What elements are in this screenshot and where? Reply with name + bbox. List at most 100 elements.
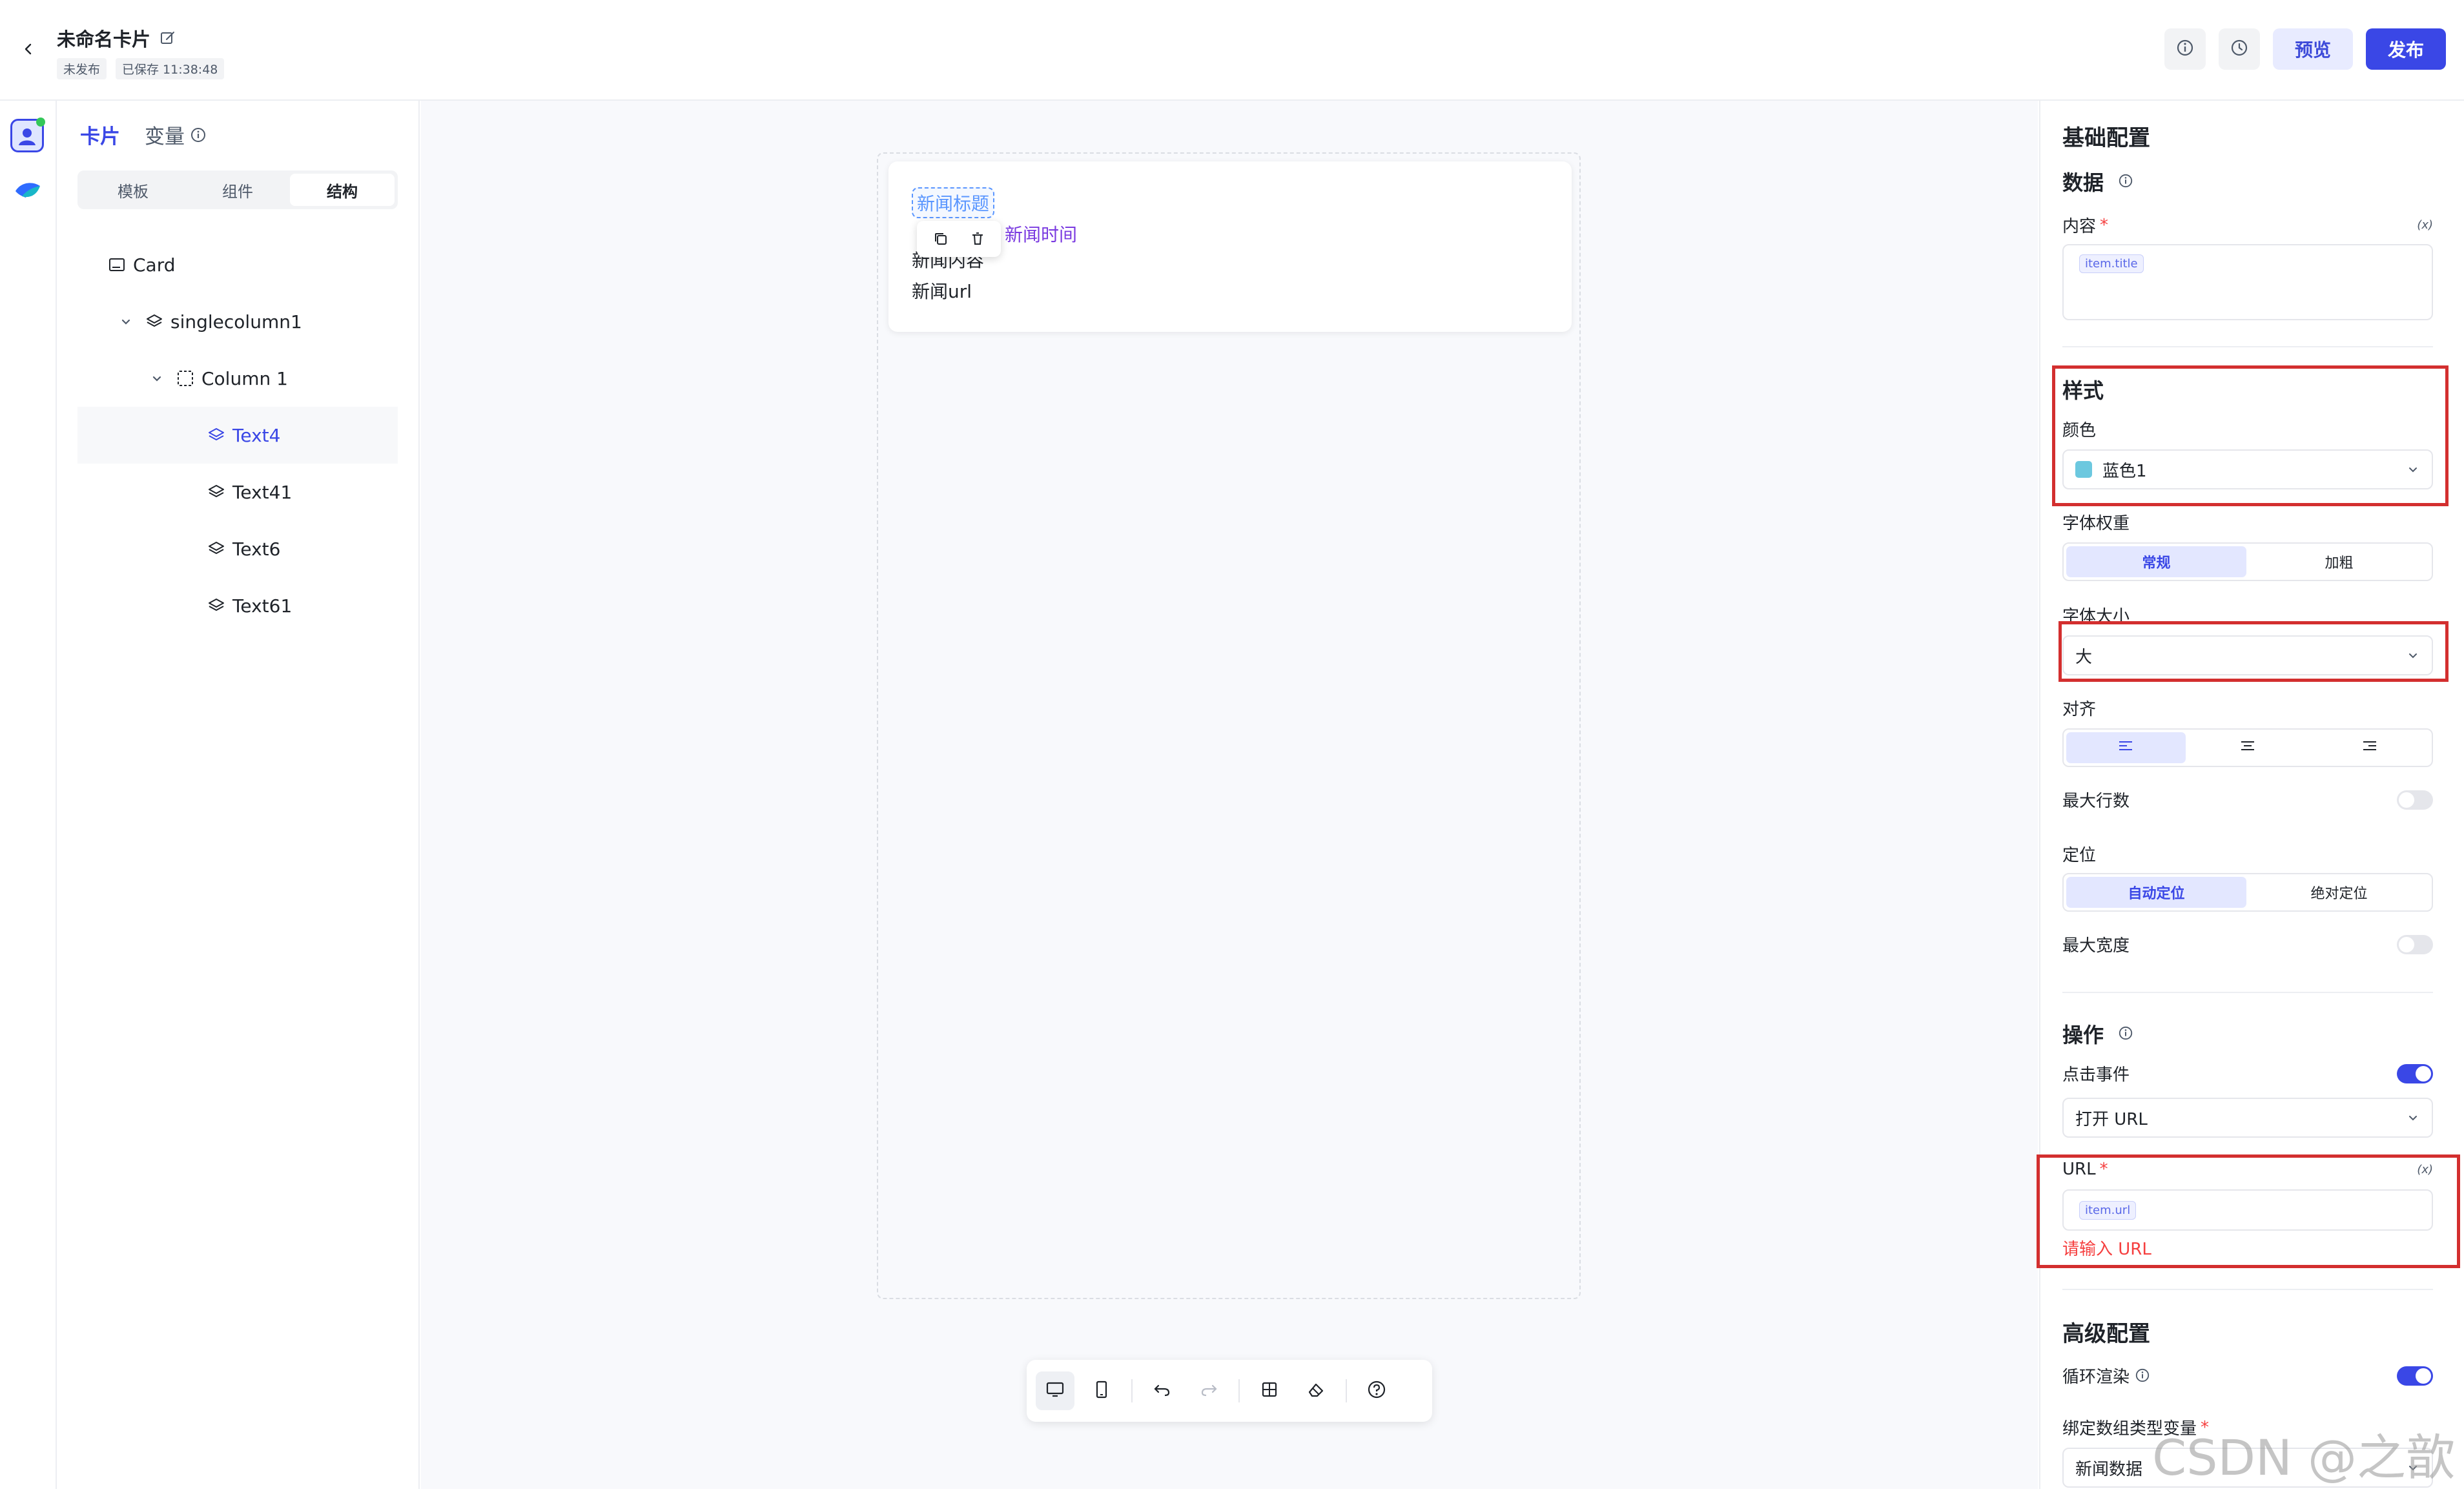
structure-tree: Card singlecolumn1 Column 1 Text4 Text41…: [77, 236, 398, 634]
section-title: 操作: [2062, 1023, 2104, 1047]
position-label: 定位: [2062, 846, 2097, 865]
trash-icon[interactable]: [969, 230, 987, 248]
action-section-heading: 操作: [2062, 1019, 2433, 1049]
annotation-box-url: [2037, 1154, 2460, 1268]
news-card-preview[interactable]: 新闻标题 新闻时间 新闻内容 新闻url: [888, 161, 1572, 332]
grid-button[interactable]: [1250, 1371, 1289, 1410]
tree-node-text4[interactable]: Text4: [77, 407, 398, 464]
chevron-down-icon: [2406, 1111, 2420, 1125]
loop-render-toggle[interactable]: [2397, 1366, 2433, 1386]
help-button[interactable]: [1357, 1371, 1396, 1410]
click-event-row: 点击事件: [2062, 1062, 2433, 1085]
status-badge: 未发布: [57, 58, 107, 79]
segment-components[interactable]: 组件: [185, 174, 290, 206]
align-center-button[interactable]: [2188, 732, 2308, 763]
align-right-button[interactable]: [2310, 732, 2429, 763]
click-event-label: 点击事件: [2062, 1065, 2130, 1085]
tab-card[interactable]: 卡片: [80, 120, 120, 149]
info-button[interactable]: [2164, 28, 2206, 70]
content-input[interactable]: item.title: [2062, 244, 2433, 320]
history-button[interactable]: [2218, 28, 2260, 70]
align-wrap: [2062, 728, 2433, 767]
edit-icon[interactable]: [159, 30, 176, 46]
desktop-view-button[interactable]: [1036, 1371, 1074, 1410]
layers-icon: [207, 596, 226, 615]
divider: [2062, 346, 2433, 347]
help-icon: [1366, 1379, 1387, 1402]
bind-array-select-value: 新闻数据: [2075, 1459, 2143, 1479]
tree-node-column[interactable]: Column 1: [77, 350, 398, 407]
basic-config-heading: 基础配置: [2062, 125, 2150, 151]
chevron-down-icon[interactable]: [119, 314, 133, 329]
saved-badge: 已保存 11:38:48: [116, 58, 225, 79]
online-dot: [36, 118, 45, 127]
tree-node-label: Card: [133, 254, 176, 276]
font-weight-wrap: 常规 加粗: [2062, 542, 2433, 581]
eraser-icon: [1306, 1379, 1326, 1402]
grid-icon: [1259, 1379, 1280, 1402]
icon-rail: [0, 101, 57, 1489]
tree-node-text61[interactable]: Text61: [77, 577, 398, 634]
layers-icon: [207, 482, 226, 502]
toolbar-divider: [1346, 1379, 1347, 1402]
undo-button[interactable]: [1143, 1371, 1182, 1410]
align-left-button[interactable]: [2066, 732, 2186, 763]
news-title-text[interactable]: 新闻标题: [912, 187, 995, 218]
align-left-icon: [2117, 739, 2135, 757]
annotation-box-style: [2052, 365, 2449, 506]
tree-node-text41[interactable]: Text41: [77, 464, 398, 520]
info-icon[interactable]: [2118, 1025, 2135, 1042]
position-auto[interactable]: 自动定位: [2066, 877, 2246, 908]
avatar[interactable]: [10, 118, 45, 152]
max-width-toggle[interactable]: [2397, 934, 2433, 954]
publish-button[interactable]: 发布: [2365, 28, 2446, 70]
info-icon[interactable]: [2135, 1368, 2151, 1384]
info-icon[interactable]: [2118, 173, 2135, 190]
layers-icon: [207, 426, 226, 445]
back-button[interactable]: [15, 37, 41, 63]
news-time-text[interactable]: 新闻时间: [1005, 221, 1077, 247]
clear-button[interactable]: [1297, 1371, 1335, 1410]
tree-node-card[interactable]: Card: [77, 236, 398, 293]
position-segment: 自动定位 绝对定位: [2062, 873, 2433, 912]
tree-node-text6[interactable]: Text6: [77, 520, 398, 577]
toolbar-divider: [1238, 1379, 1240, 1402]
click-event-select-value: 打开 URL: [2075, 1109, 2148, 1129]
required-marker: *: [2100, 215, 2109, 235]
app-logo-icon[interactable]: [13, 177, 43, 203]
news-url-text[interactable]: 新闻url: [912, 278, 972, 303]
segment-templates[interactable]: 模板: [81, 174, 185, 206]
variable-insert-icon[interactable]: (x): [2417, 218, 2433, 232]
section-title: 数据: [2062, 170, 2104, 195]
card-title: 未命名卡片: [57, 28, 151, 50]
toolbar-divider: [1131, 1379, 1133, 1402]
panel-segment-control: 模板 组件 结构: [77, 170, 398, 209]
max-lines-toggle[interactable]: [2397, 790, 2433, 810]
click-event-toggle[interactable]: [2397, 1063, 2433, 1083]
mobile-view-button[interactable]: [1082, 1371, 1121, 1410]
max-lines-row: 最大行数: [2062, 788, 2433, 812]
monitor-icon: [1045, 1379, 1065, 1402]
variable-chip[interactable]: item.title: [2079, 254, 2144, 273]
content-label-row: 内容 * (x): [2062, 213, 2433, 237]
divider: [2062, 1289, 2433, 1290]
preview-button[interactable]: 预览: [2272, 28, 2353, 70]
align-right-icon: [2361, 739, 2379, 757]
font-weight-bold[interactable]: 加粗: [2249, 546, 2429, 577]
font-weight-regular[interactable]: 常规: [2066, 546, 2246, 577]
click-event-select[interactable]: 打开 URL: [2062, 1098, 2433, 1138]
info-icon[interactable]: [190, 127, 207, 143]
align-center-icon: [2239, 739, 2257, 757]
redo-button[interactable]: [1189, 1371, 1228, 1410]
title-area: 未命名卡片 未发布 已保存 11:38:48: [57, 25, 225, 79]
position-absolute[interactable]: 绝对定位: [2249, 877, 2429, 908]
copy-icon[interactable]: [932, 230, 950, 248]
tree-node-singlecolumn[interactable]: singlecolumn1: [77, 293, 398, 350]
tab-variables[interactable]: 变量: [145, 120, 185, 149]
max-lines-label: 最大行数: [2062, 792, 2130, 811]
chevron-down-icon[interactable]: [150, 371, 164, 385]
watermark: CSDN @之歆: [2152, 1429, 2455, 1486]
segment-structure[interactable]: 结构: [290, 174, 395, 206]
font-weight-segment: 常规 加粗: [2062, 542, 2433, 581]
align-label: 对齐: [2062, 700, 2097, 719]
